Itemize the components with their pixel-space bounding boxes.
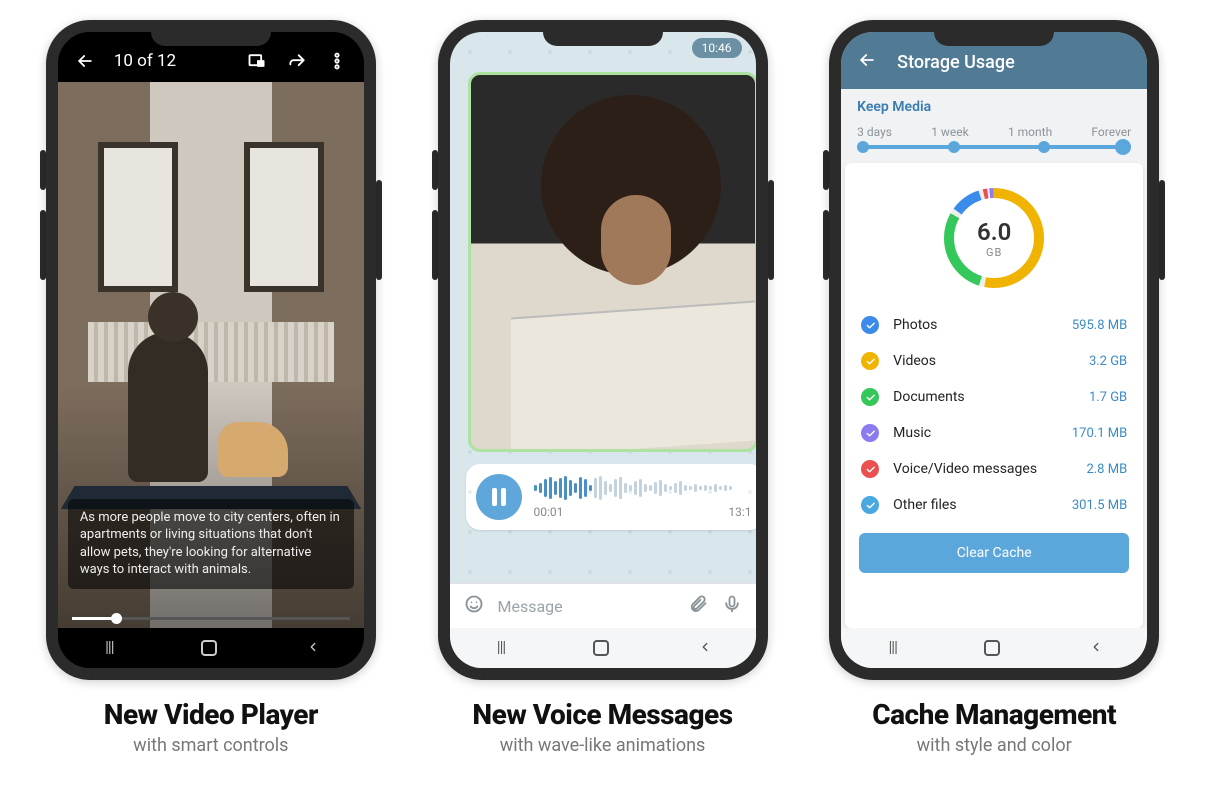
sticker-icon[interactable] bbox=[464, 594, 484, 618]
more-icon[interactable] bbox=[326, 50, 348, 72]
keep-option[interactable]: Forever bbox=[1091, 125, 1131, 139]
category-label: Voice/Video messages bbox=[893, 461, 1086, 477]
keep-media-slider[interactable] bbox=[857, 145, 1131, 149]
storage-category-row[interactable]: Music170.1 MB bbox=[859, 415, 1129, 451]
nav-back-icon[interactable] bbox=[695, 638, 715, 659]
attach-icon[interactable] bbox=[688, 594, 708, 618]
nav-recents-icon[interactable]: III bbox=[99, 638, 119, 659]
check-icon[interactable] bbox=[861, 388, 879, 406]
storage-category-row[interactable]: Documents1.7 GB bbox=[859, 379, 1129, 415]
video-progress[interactable] bbox=[72, 617, 350, 620]
clear-cache-button[interactable]: Clear Cache bbox=[859, 533, 1129, 573]
feature-title: New Voice Messages bbox=[472, 698, 732, 731]
chat-time-pill: 10:46 bbox=[692, 38, 742, 58]
check-icon[interactable] bbox=[861, 496, 879, 514]
category-size: 595.8 MB bbox=[1072, 318, 1127, 333]
feature-subtitle: with style and color bbox=[917, 735, 1072, 756]
nav-home-icon[interactable] bbox=[201, 640, 221, 656]
pip-icon[interactable] bbox=[246, 50, 268, 72]
feature-title: Cache Management bbox=[872, 698, 1116, 731]
check-icon[interactable] bbox=[861, 352, 879, 370]
phone-mockup: Storage Usage Keep Media 3 days 1 week 1… bbox=[829, 20, 1159, 680]
nav-recents-icon[interactable]: III bbox=[491, 638, 511, 659]
android-navbar: III bbox=[58, 628, 364, 668]
nav-back-icon[interactable] bbox=[1086, 638, 1106, 659]
category-size: 3.2 GB bbox=[1089, 354, 1127, 369]
check-icon[interactable] bbox=[861, 460, 879, 478]
feature-subtitle: with smart controls bbox=[133, 735, 288, 756]
nav-back-icon[interactable] bbox=[303, 638, 323, 659]
back-icon[interactable] bbox=[857, 50, 877, 75]
nav-recents-icon[interactable]: III bbox=[882, 638, 902, 659]
image-message[interactable] bbox=[468, 72, 756, 452]
storage-card: 6.0 GB Photos595.8 MBVideos3.2 GBDocumen… bbox=[845, 163, 1143, 628]
feature-cache-management: Storage Usage Keep Media 3 days 1 week 1… bbox=[813, 20, 1175, 756]
storage-category-row[interactable]: Videos3.2 GB bbox=[859, 343, 1129, 379]
feature-title: New Video Player bbox=[104, 698, 318, 731]
category-label: Photos bbox=[893, 317, 1072, 333]
storage-total-value: 6.0 bbox=[977, 218, 1011, 246]
mic-icon[interactable] bbox=[722, 594, 742, 618]
back-icon[interactable] bbox=[74, 50, 96, 72]
category-label: Other files bbox=[893, 497, 1072, 513]
check-icon[interactable] bbox=[861, 316, 879, 334]
video-content[interactable]: As more people move to city centers, oft… bbox=[58, 82, 364, 628]
feature-subtitle: with wave-like animations bbox=[500, 735, 706, 756]
category-label: Videos bbox=[893, 353, 1089, 369]
category-size: 301.5 MB bbox=[1072, 498, 1127, 513]
check-icon[interactable] bbox=[861, 424, 879, 442]
storage-donut-chart: 6.0 GB bbox=[939, 183, 1049, 293]
message-input-row: Message bbox=[450, 583, 756, 628]
android-navbar: III bbox=[841, 628, 1147, 668]
forward-icon[interactable] bbox=[286, 50, 308, 72]
category-size: 2.8 MB bbox=[1086, 462, 1127, 477]
keep-option[interactable]: 3 days bbox=[857, 125, 892, 139]
nav-home-icon[interactable] bbox=[593, 640, 613, 656]
storage-category-row[interactable]: Voice/Video messages2.8 MB bbox=[859, 451, 1129, 487]
keep-media-section: Keep Media 3 days 1 week 1 month Forever bbox=[841, 89, 1147, 163]
feature-video-player: 10 of 12 bbox=[30, 20, 392, 756]
storage-total-unit: GB bbox=[986, 246, 1002, 259]
chat-area[interactable]: 10:46 00:01 13:1 bbox=[450, 32, 756, 583]
feature-voice-messages: 10:46 00:01 13:1 bbox=[422, 20, 784, 756]
keep-media-label: Keep Media bbox=[857, 99, 1131, 115]
message-input[interactable]: Message bbox=[498, 597, 674, 616]
phone-mockup: 10 of 12 bbox=[46, 20, 376, 680]
storage-category-row[interactable]: Photos595.8 MB bbox=[859, 307, 1129, 343]
page-title: Storage Usage bbox=[897, 52, 1015, 73]
category-size: 1.7 GB bbox=[1089, 390, 1127, 405]
category-label: Music bbox=[893, 425, 1072, 441]
video-caption: As more people move to city centers, oft… bbox=[68, 499, 354, 589]
keep-option[interactable]: 1 month bbox=[1008, 125, 1052, 139]
category-size: 170.1 MB bbox=[1072, 426, 1127, 441]
storage-category-row[interactable]: Other files301.5 MB bbox=[859, 487, 1129, 523]
category-label: Documents bbox=[893, 389, 1089, 405]
phone-mockup: 10:46 00:01 13:1 bbox=[438, 20, 768, 680]
media-counter: 10 of 12 bbox=[114, 51, 176, 71]
nav-home-icon[interactable] bbox=[984, 640, 1004, 656]
keep-option[interactable]: 1 week bbox=[931, 125, 969, 139]
android-navbar: III bbox=[450, 628, 756, 668]
